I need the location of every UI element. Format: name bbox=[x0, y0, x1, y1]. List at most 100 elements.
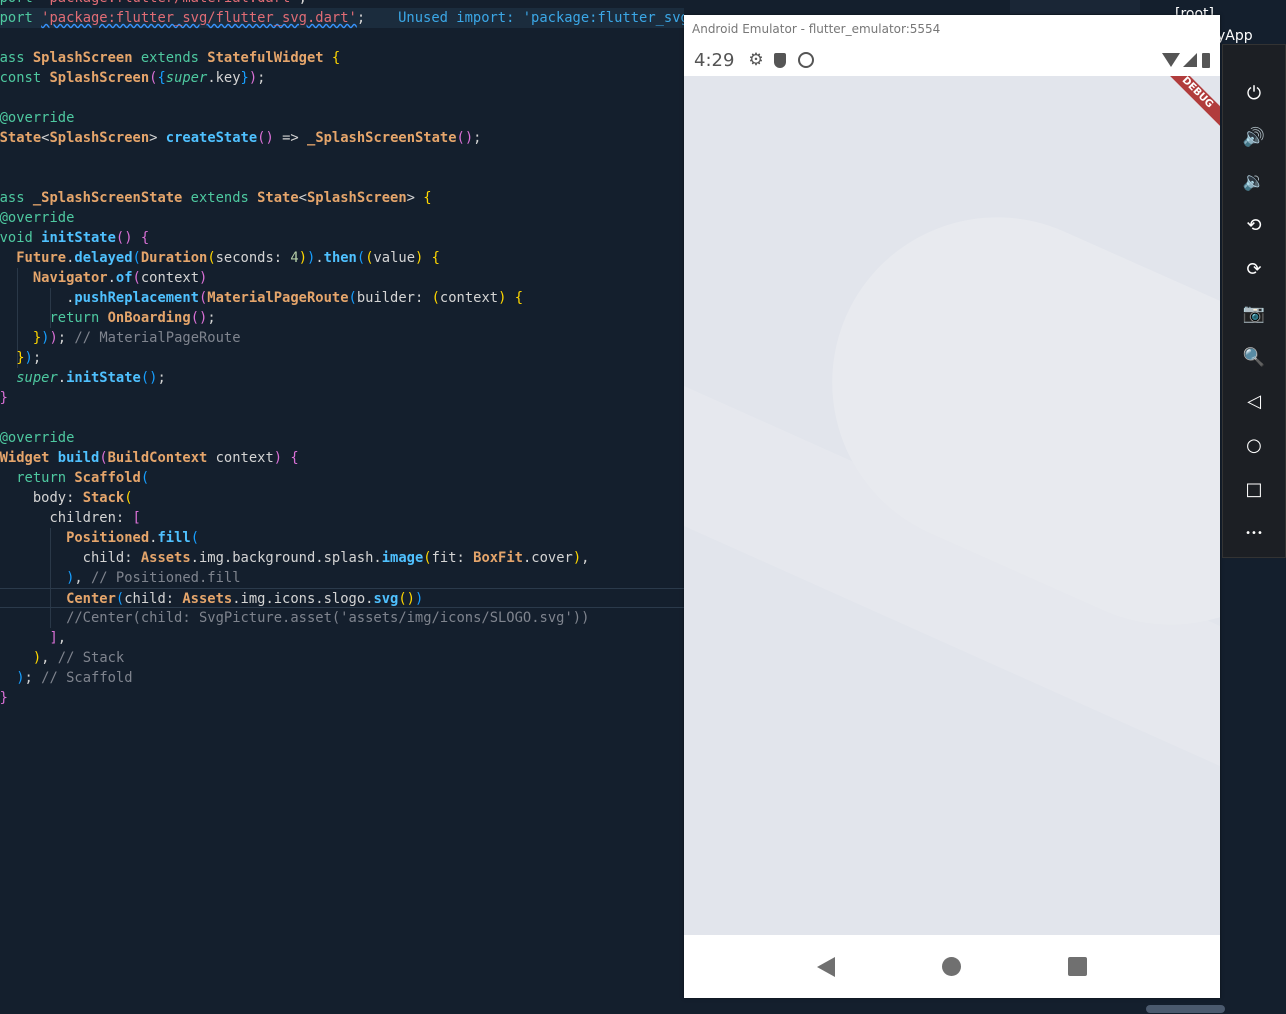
code-token: () bbox=[398, 591, 415, 607]
code-line[interactable]: @override bbox=[0, 428, 684, 448]
code-token: { bbox=[514, 290, 523, 306]
minimap[interactable] bbox=[1010, 0, 1140, 14]
code-editor[interactable]: import 'package:flutter/material.dart';i… bbox=[0, 0, 684, 1014]
code-line[interactable]: Widget build(BuildContext context) { bbox=[0, 448, 684, 468]
code-token: return bbox=[16, 470, 67, 486]
code-line[interactable]: } bbox=[0, 148, 684, 168]
code-line[interactable] bbox=[0, 28, 684, 48]
code-line[interactable]: @override bbox=[0, 208, 684, 228]
code-line[interactable]: //Center(child: SvgPicture.asset('assets… bbox=[0, 608, 684, 628]
code-line[interactable]: ), // Positioned.fill bbox=[0, 568, 684, 588]
code-token: () bbox=[190, 310, 208, 326]
code-token: body: bbox=[32, 490, 75, 506]
status-bar: 4:29 ⚙ bbox=[684, 44, 1220, 76]
nav-recents-button[interactable] bbox=[1067, 957, 1087, 976]
code-token: ; bbox=[157, 370, 166, 386]
rotate-right-icon[interactable]: ⟳ bbox=[1223, 247, 1285, 291]
volume-down-icon[interactable]: 🔉 bbox=[1223, 159, 1285, 203]
code-line[interactable]: State<SplashScreen> createState() => _Sp… bbox=[0, 128, 684, 148]
code-token: ( bbox=[115, 591, 125, 607]
code-token: ) bbox=[248, 70, 258, 86]
horizontal-scrollbar[interactable] bbox=[1146, 1005, 1225, 1013]
code-line[interactable]: ], bbox=[0, 628, 684, 648]
code-line[interactable] bbox=[0, 408, 684, 428]
code-token: context bbox=[215, 450, 274, 466]
code-line[interactable]: .pushReplacement(MaterialPageRoute(build… bbox=[0, 288, 684, 308]
code-token: 4 bbox=[290, 250, 299, 266]
code-token: @override bbox=[0, 110, 75, 126]
code-line[interactable]: } bbox=[0, 688, 684, 708]
code-token: Stack bbox=[82, 490, 125, 506]
power-icon[interactable]: ⏻ bbox=[1223, 71, 1285, 115]
code-token: class bbox=[0, 50, 25, 66]
code-line[interactable]: class SplashScreen extends StatefulWidge… bbox=[0, 48, 684, 68]
code-line[interactable]: child: Assets.img.background.splash.imag… bbox=[0, 548, 684, 568]
code-line[interactable]: }); bbox=[0, 348, 684, 368]
code-token: import bbox=[0, 10, 33, 26]
code-token: return bbox=[49, 310, 100, 326]
code-line[interactable]: return Scaffold( bbox=[0, 468, 684, 488]
code-token: , bbox=[57, 630, 67, 646]
code-token: () bbox=[257, 130, 274, 146]
code-token: , bbox=[41, 650, 58, 666]
zoom-icon[interactable]: 🔍 bbox=[1223, 335, 1285, 379]
volume-up-icon[interactable]: 🔊 bbox=[1223, 115, 1285, 159]
nav-back-button[interactable] bbox=[817, 956, 836, 977]
code-token: ; bbox=[207, 310, 216, 326]
code-line[interactable]: Future.delayed(Duration(seconds: 4)).the… bbox=[0, 248, 684, 268]
app-screen[interactable]: DEBUG bbox=[684, 76, 1220, 935]
code-token: } bbox=[0, 690, 8, 706]
code-line[interactable]: Positioned.fill( bbox=[0, 528, 684, 548]
code-line[interactable]: @override bbox=[0, 108, 684, 128]
code-line[interactable]: return OnBoarding(); bbox=[0, 308, 684, 328]
code-token: ( bbox=[124, 490, 133, 506]
code-line[interactable]: body: Stack( bbox=[0, 488, 684, 508]
code-line[interactable]: import 'package:flutter/material.dart'; bbox=[0, 0, 684, 8]
code-token: ) bbox=[32, 650, 42, 666]
code-line[interactable]: children: [ bbox=[0, 508, 684, 528]
code-token: ) bbox=[16, 670, 25, 686]
explorer-app[interactable]: yApp bbox=[1217, 28, 1253, 44]
code-line[interactable] bbox=[0, 88, 684, 108]
data-saver-icon bbox=[797, 52, 814, 68]
back-icon[interactable]: ◁ bbox=[1223, 379, 1285, 423]
code-token: SplashScreen bbox=[306, 190, 407, 206]
code-line[interactable]: ), // Stack bbox=[0, 648, 684, 668]
code-token: Positioned bbox=[66, 530, 150, 546]
overview-icon[interactable]: □ bbox=[1223, 467, 1285, 511]
code-token: // Scaffold bbox=[41, 670, 133, 686]
home-icon[interactable]: ○ bbox=[1223, 423, 1285, 467]
code-token: fill bbox=[157, 530, 191, 546]
code-line[interactable]: void initState() { bbox=[0, 228, 684, 248]
code-line[interactable]: Center(child: Assets.img.icons.slogo.svg… bbox=[0, 588, 684, 608]
code-line[interactable]: super.initState(); bbox=[0, 368, 684, 388]
code-token: @override bbox=[0, 210, 75, 226]
code-line[interactable]: import 'package:flutter_svg/flutter_svg.… bbox=[0, 8, 684, 28]
rotate-left-icon[interactable]: ⟲ bbox=[1223, 203, 1285, 247]
code-token: ( bbox=[132, 270, 141, 286]
code-line[interactable]: class _SplashScreenState extends State<S… bbox=[0, 188, 684, 208]
camera-icon[interactable]: 📷 bbox=[1223, 291, 1285, 335]
code-token: child: bbox=[82, 550, 133, 566]
code-token: ) bbox=[49, 330, 58, 346]
code-line[interactable]: const SplashScreen({super.key}); bbox=[0, 68, 684, 88]
code-line[interactable]: ); // Scaffold bbox=[0, 668, 684, 688]
code-line[interactable]: Navigator.of(context) bbox=[0, 268, 684, 288]
code-token: BoxFit bbox=[473, 550, 523, 566]
code-token: MaterialPageRoute bbox=[207, 290, 349, 306]
code-line[interactable] bbox=[0, 168, 684, 188]
code-token: context bbox=[439, 290, 499, 306]
code-token: Assets bbox=[140, 550, 191, 566]
code-token: } bbox=[240, 70, 249, 86]
code-token: of bbox=[115, 270, 133, 286]
code-token: { bbox=[331, 50, 341, 66]
more-icon[interactable]: ••• bbox=[1223, 511, 1285, 555]
code-line[interactable]: } bbox=[0, 388, 684, 408]
code-token: BuildContext bbox=[107, 450, 216, 466]
code-token: Widget bbox=[0, 450, 50, 466]
code-token: ) bbox=[572, 550, 582, 566]
code-token: class bbox=[0, 190, 25, 206]
code-line[interactable]: })); // MaterialPageRoute bbox=[0, 328, 684, 348]
nav-home-button[interactable] bbox=[941, 957, 961, 976]
